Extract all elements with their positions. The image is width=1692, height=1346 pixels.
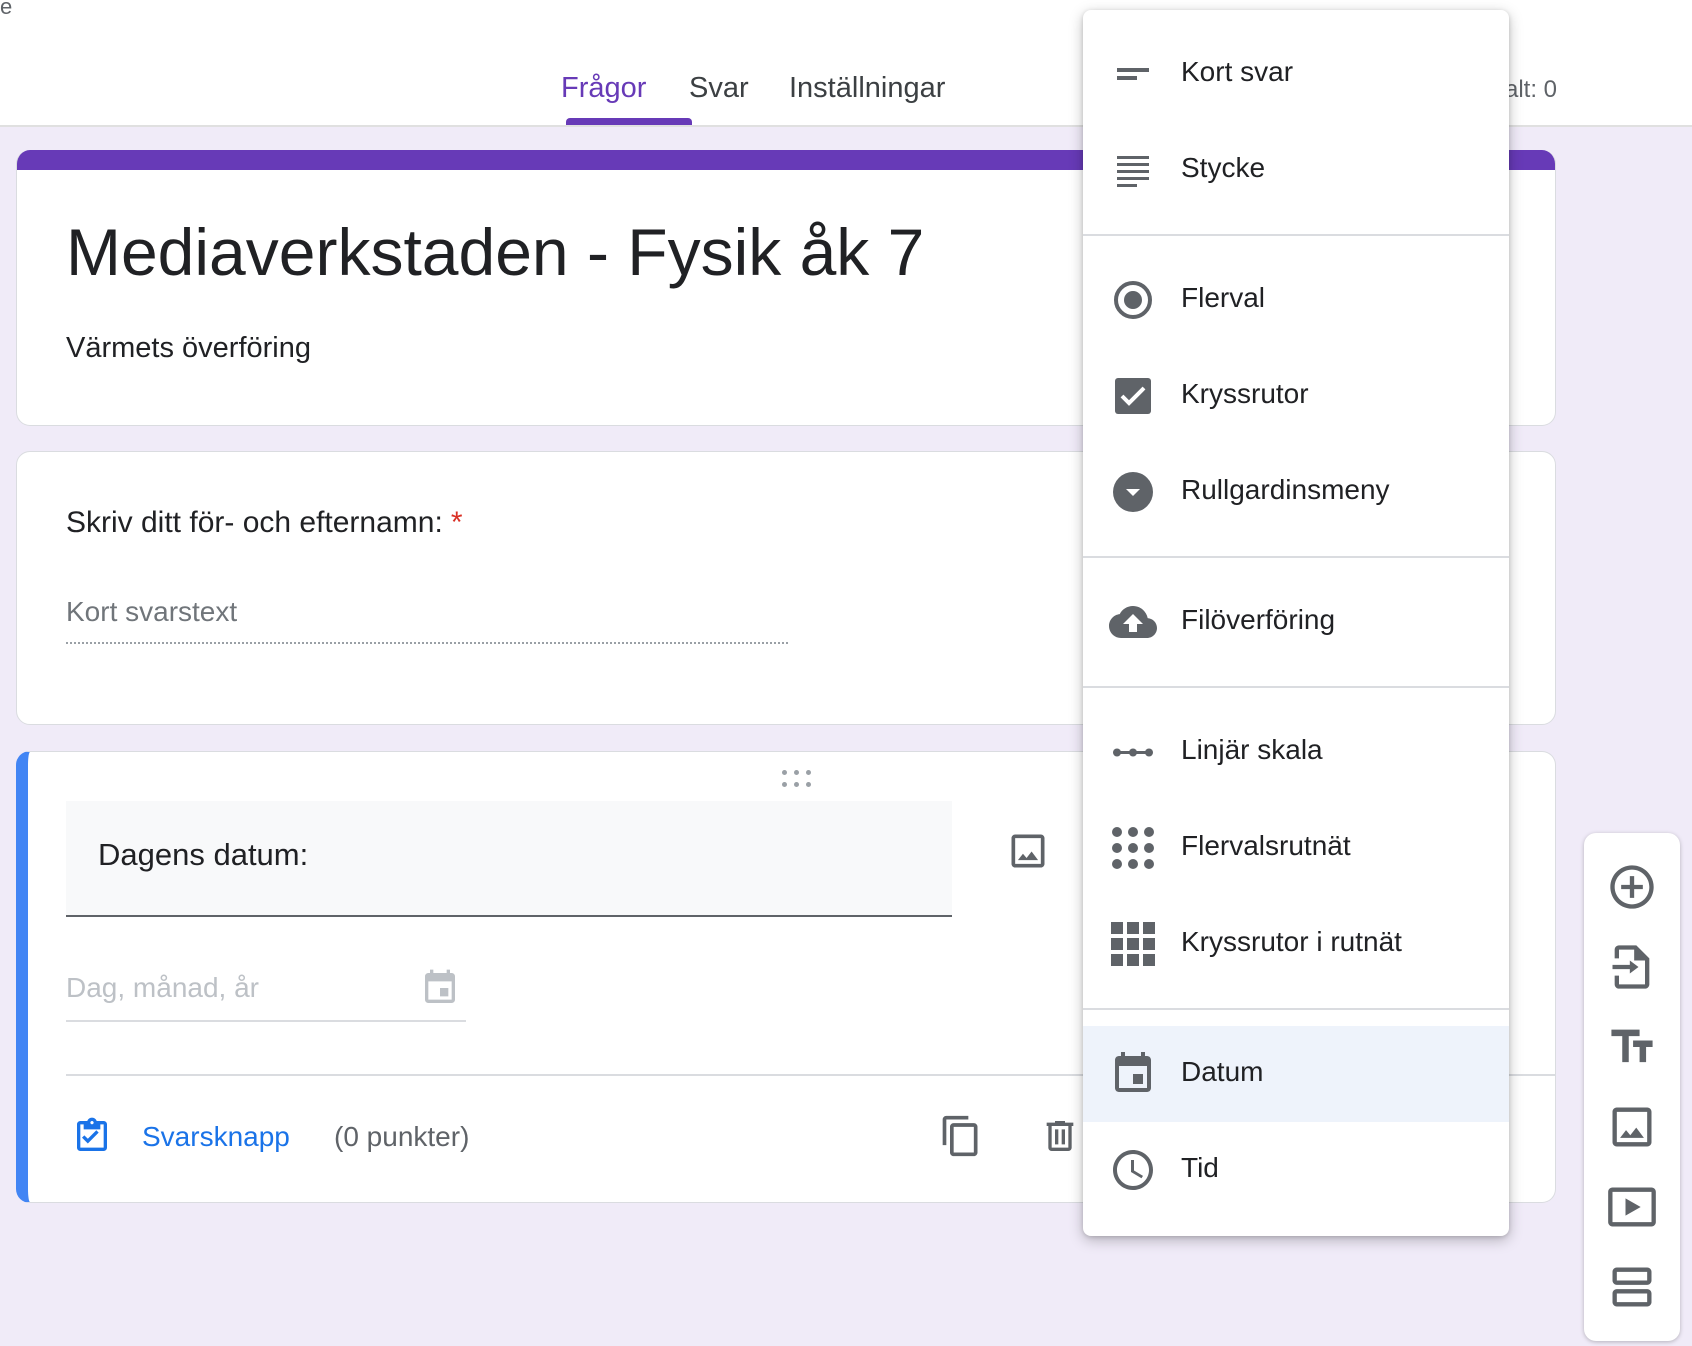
tab-questions[interactable]: Frågor: [561, 72, 646, 122]
add-title-icon[interactable]: [1606, 1021, 1658, 1073]
total-points-label: alt: 0: [1505, 76, 1558, 103]
add-image-icon[interactable]: [1006, 829, 1050, 873]
menu-item-label: Kryssrutor: [1181, 378, 1309, 409]
clock-icon: [1109, 1146, 1157, 1194]
radio-icon: [1109, 276, 1157, 324]
menu-item-label: Rullgardinsmeny: [1181, 474, 1390, 505]
menu-item-label: Kort svar: [1181, 56, 1294, 87]
question-title-field[interactable]: Dagens datum:: [66, 801, 952, 917]
date-placeholder: Dag, månad, år: [66, 972, 259, 1003]
menu-item-linear-scale[interactable]: Linjär skala: [1083, 704, 1509, 800]
menu-item-label: Stycke: [1181, 152, 1266, 183]
menu-item-file-upload[interactable]: Filöverföring: [1083, 574, 1509, 670]
menu-item-checkbox-grid[interactable]: Kryssrutor i rutnät: [1083, 896, 1509, 992]
tab-responses[interactable]: Svar: [689, 72, 749, 122]
menu-separator: [1083, 686, 1509, 688]
drag-handle-icon[interactable]: [782, 770, 818, 790]
points-label: (0 punkter): [334, 1121, 470, 1152]
linear-scale-icon: [1109, 728, 1157, 776]
required-marker: *: [450, 506, 463, 539]
date-input: Dag, månad, år: [66, 962, 466, 1022]
menu-item-date[interactable]: Datum: [1083, 1026, 1509, 1122]
add-question-icon[interactable]: [1606, 861, 1658, 913]
menu-item-label: Linjär skala: [1181, 734, 1323, 765]
floating-toolbar: [1584, 833, 1680, 1341]
question-title-text: Dagens datum:: [98, 837, 309, 872]
question-type-menu[interactable]: Kort svar Stycke Flerval Kryssrutor Rull…: [1083, 10, 1509, 1236]
menu-item-label: Kryssrutor i rutnät: [1181, 926, 1402, 957]
delete-icon[interactable]: [1040, 1112, 1080, 1160]
menu-separator: [1083, 234, 1509, 236]
question-title-text: Skriv ditt för- och efternamn:: [66, 506, 443, 539]
checkbox-icon: [1109, 372, 1157, 420]
menu-item-multiple-choice-grid[interactable]: Flervalsrutnät: [1083, 800, 1509, 896]
menu-item-time[interactable]: Tid: [1083, 1122, 1509, 1218]
active-tab-indicator: [566, 118, 692, 125]
menu-item-checkboxes[interactable]: Kryssrutor: [1083, 348, 1509, 444]
menu-separator: [1083, 556, 1509, 558]
add-video-icon[interactable]: [1606, 1181, 1658, 1233]
answer-key-icon[interactable]: [72, 1116, 112, 1156]
menu-item-multiple-choice[interactable]: Flerval: [1083, 252, 1509, 348]
calendar-icon: [1109, 1050, 1157, 1098]
answer-key-link[interactable]: Svarsknapp: [142, 1121, 290, 1153]
short-text-icon: [1109, 50, 1157, 98]
menu-item-label: Flerval: [1181, 282, 1266, 313]
menu-item-label: Datum: [1181, 1056, 1264, 1087]
form-description[interactable]: Värmets överföring: [66, 332, 311, 365]
menu-item-label: Tid: [1181, 1152, 1219, 1183]
grid-dots-icon: [1109, 824, 1157, 872]
add-section-icon[interactable]: [1606, 1261, 1658, 1313]
import-questions-icon[interactable]: [1606, 941, 1658, 993]
menu-item-paragraph[interactable]: Stycke: [1083, 122, 1509, 218]
menu-item-dropdown[interactable]: Rullgardinsmeny: [1083, 444, 1509, 540]
menu-item-label: Filöverföring: [1181, 604, 1336, 635]
menu-item-short-answer[interactable]: Kort svar: [1083, 26, 1509, 122]
add-image-icon[interactable]: [1606, 1101, 1658, 1153]
tab-settings[interactable]: Inställningar: [789, 72, 945, 122]
form-title[interactable]: Mediaverkstaden - Fysik åk 7: [66, 214, 924, 290]
paragraph-icon: [1109, 146, 1157, 194]
menu-item-label: Flervalsrutnät: [1181, 830, 1351, 861]
grid-squares-icon: [1109, 920, 1157, 968]
question-title: Skriv ditt för- och efternamn: *: [66, 506, 463, 540]
corner-text: e: [0, 0, 13, 19]
dropdown-icon: [1109, 468, 1157, 516]
calendar-icon: [420, 966, 460, 1010]
short-answer-placeholder: Kort svarstext: [66, 596, 788, 644]
menu-separator: [1083, 1008, 1509, 1010]
duplicate-icon[interactable]: [939, 1112, 983, 1160]
cloud-upload-icon: [1109, 598, 1157, 646]
